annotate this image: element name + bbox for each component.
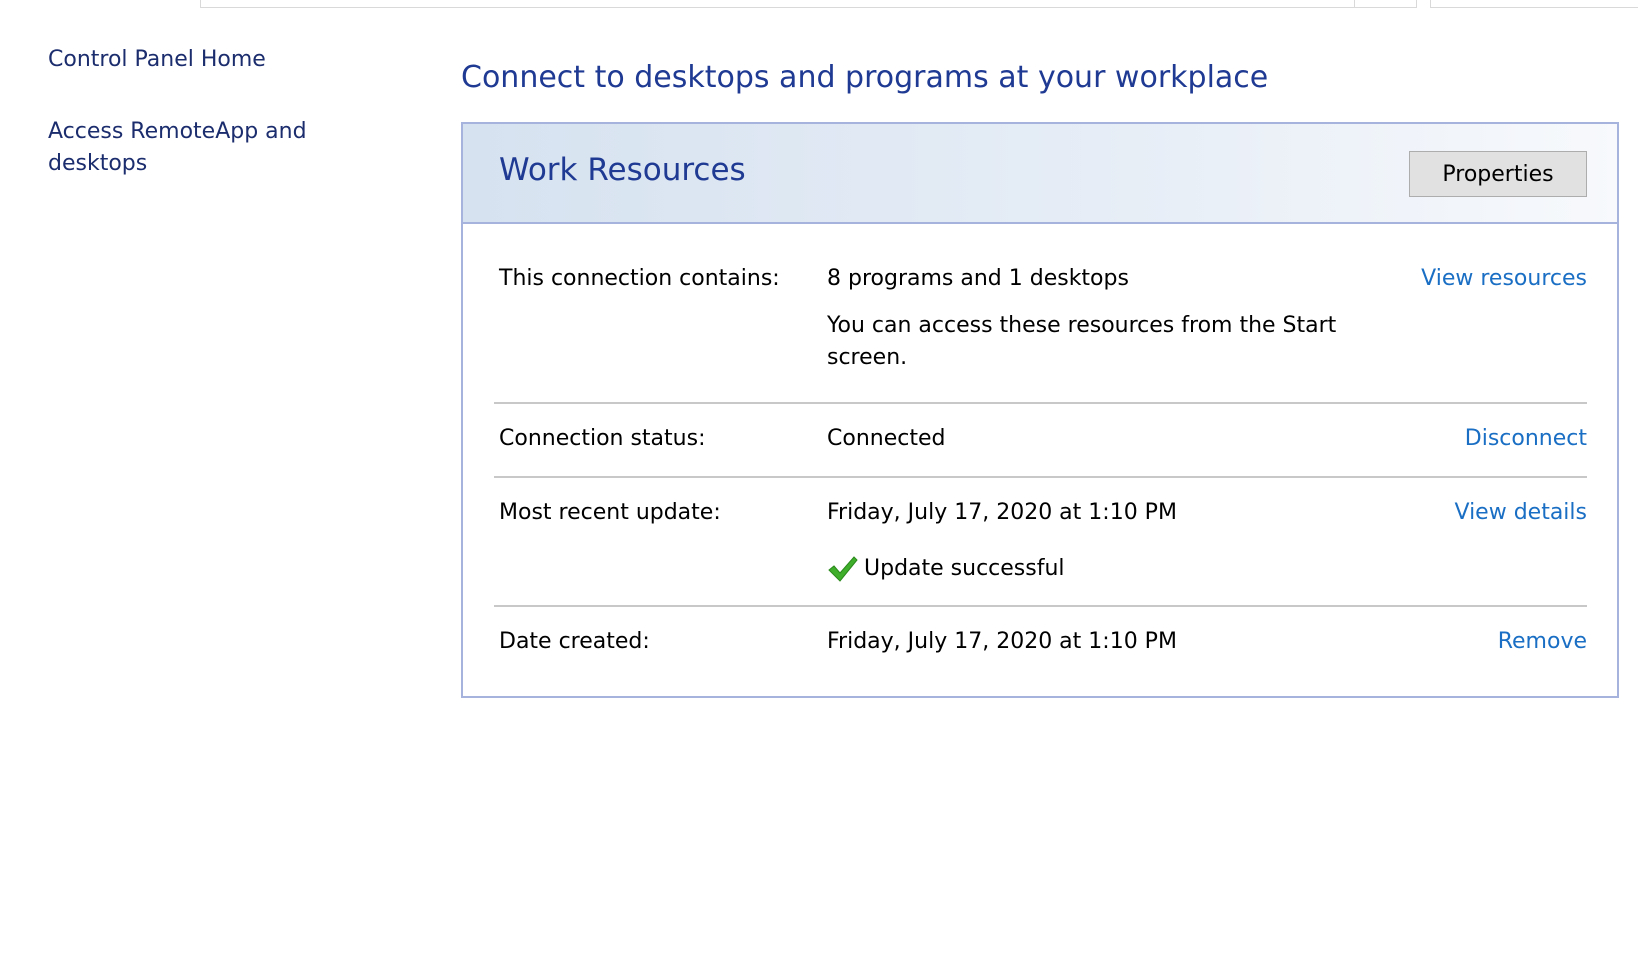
row-date-created: Date created: Friday, July 17, 2020 at 1… (494, 607, 1587, 699)
work-resources-panel: Work Resources Properties This connectio… (461, 122, 1619, 698)
view-resources-link[interactable]: View resources (1421, 266, 1587, 291)
disconnect-link[interactable]: Disconnect (1465, 426, 1587, 451)
properties-button[interactable]: Properties (1409, 151, 1587, 197)
date-created-label: Date created: (499, 629, 650, 654)
most-recent-update-label: Most recent update: (499, 500, 721, 525)
sidebar-link-access-remoteapp-line1: Access RemoteApp and (48, 119, 307, 144)
remove-link[interactable]: Remove (1498, 629, 1587, 654)
row-connection-status: Connection status: Connected Disconnect (494, 404, 1587, 478)
panel-header: Work Resources Properties (463, 124, 1617, 224)
connection-status-label: Connection status: (499, 426, 706, 451)
row-most-recent-update: Most recent update: Friday, July 17, 202… (494, 478, 1587, 607)
address-dropdown-button[interactable] (1354, 0, 1417, 8)
panel-title: Work Resources (499, 152, 746, 188)
green-checkmark-icon (828, 556, 858, 582)
top-toolbar (0, 0, 1638, 10)
start-screen-note: You can access these resources from the … (827, 313, 1337, 370)
connection-status-value: Connected (827, 426, 946, 451)
sidebar: Control Panel Home Access RemoteApp and … (48, 44, 378, 180)
update-status-text: Update successful (864, 556, 1065, 581)
date-created-value: Friday, July 17, 2020 at 1:10 PM (827, 629, 1177, 654)
connection-contains-label: This connection contains: (499, 266, 780, 291)
search-input[interactable] (1430, 0, 1638, 8)
row-connection-contains: This connection contains: 8 programs and… (494, 224, 1587, 404)
address-bar[interactable] (200, 0, 1417, 8)
sidebar-link-access-remoteapp-line2: desktops (48, 151, 148, 176)
most-recent-update-value: Friday, July 17, 2020 at 1:10 PM (827, 500, 1177, 525)
connection-contains-value: 8 programs and 1 desktops (827, 266, 1129, 291)
sidebar-link-access-remoteapp[interactable]: Access RemoteApp and desktops (48, 116, 378, 180)
connection-details: This connection contains: 8 programs and… (494, 224, 1587, 699)
sidebar-link-control-panel-home[interactable]: Control Panel Home (48, 44, 378, 76)
view-details-link[interactable]: View details (1455, 500, 1588, 525)
page-title: Connect to desktops and programs at your… (461, 60, 1269, 95)
